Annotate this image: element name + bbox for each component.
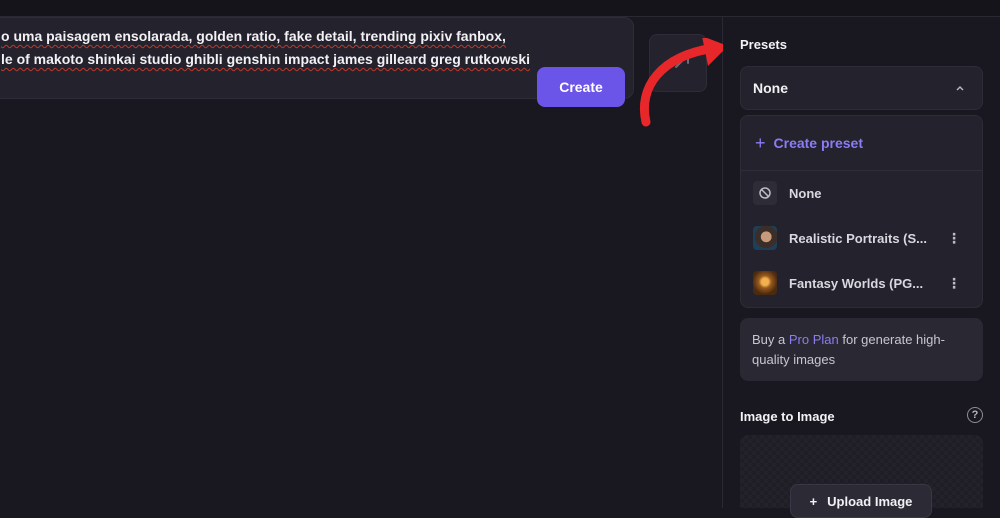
preset-item-label: Fantasy Worlds (PG... — [789, 275, 924, 291]
preset-item-fantasy-worlds[interactable]: Fantasy Worlds (PG... ⋮ — [753, 270, 973, 296]
image-to-image-title: Image to Image — [740, 409, 835, 424]
pro-plan-link[interactable]: Pro Plan — [789, 332, 839, 347]
preset-select[interactable]: None — [740, 66, 983, 110]
preset-item-label: None — [789, 185, 822, 201]
fantasy-thumbnail — [753, 271, 777, 295]
create-preset-label: Create preset — [773, 135, 864, 151]
top-bar — [0, 0, 1000, 17]
plus-icon: + — [755, 133, 766, 153]
help-icon[interactable]: ? — [967, 407, 983, 423]
pro-plan-banner: Buy a Pro Plan for generate high-quality… — [740, 318, 983, 381]
more-options-icon[interactable]: ⋮ — [947, 273, 961, 293]
prompt-text-line-2[interactable]: le of makoto shinkai studio ghibli gensh… — [1, 51, 530, 67]
upload-dropzone[interactable]: + Upload Image — [740, 435, 983, 518]
more-options-icon[interactable]: ⋮ — [947, 228, 961, 248]
preset-item-label: Realistic Portraits (S... — [789, 230, 927, 246]
preset-item-none[interactable]: None — [753, 180, 973, 206]
presets-title: Presets — [740, 37, 787, 52]
chevron-up-icon — [956, 85, 964, 91]
preset-select-value: None — [753, 80, 788, 96]
pro-text-before: Buy a — [752, 332, 789, 347]
upload-image-button[interactable]: + Upload Image — [790, 484, 932, 518]
create-preset-button[interactable]: + Create preset — [755, 133, 863, 153]
annotation-arrow-icon — [640, 38, 728, 127]
prompt-text-line-1[interactable]: o uma paisagem ensolarada, golden ratio,… — [1, 28, 506, 44]
portrait-thumbnail — [753, 226, 777, 250]
create-button[interactable]: Create — [537, 67, 625, 107]
upload-image-label: Upload Image — [827, 493, 913, 509]
preset-item-realistic-portraits[interactable]: Realistic Portraits (S... ⋮ — [753, 225, 973, 251]
block-icon — [753, 181, 777, 205]
dropdown-divider — [741, 170, 982, 171]
preset-dropdown: + Create preset None Realistic Portraits… — [740, 115, 983, 308]
plus-icon: + — [809, 493, 818, 509]
